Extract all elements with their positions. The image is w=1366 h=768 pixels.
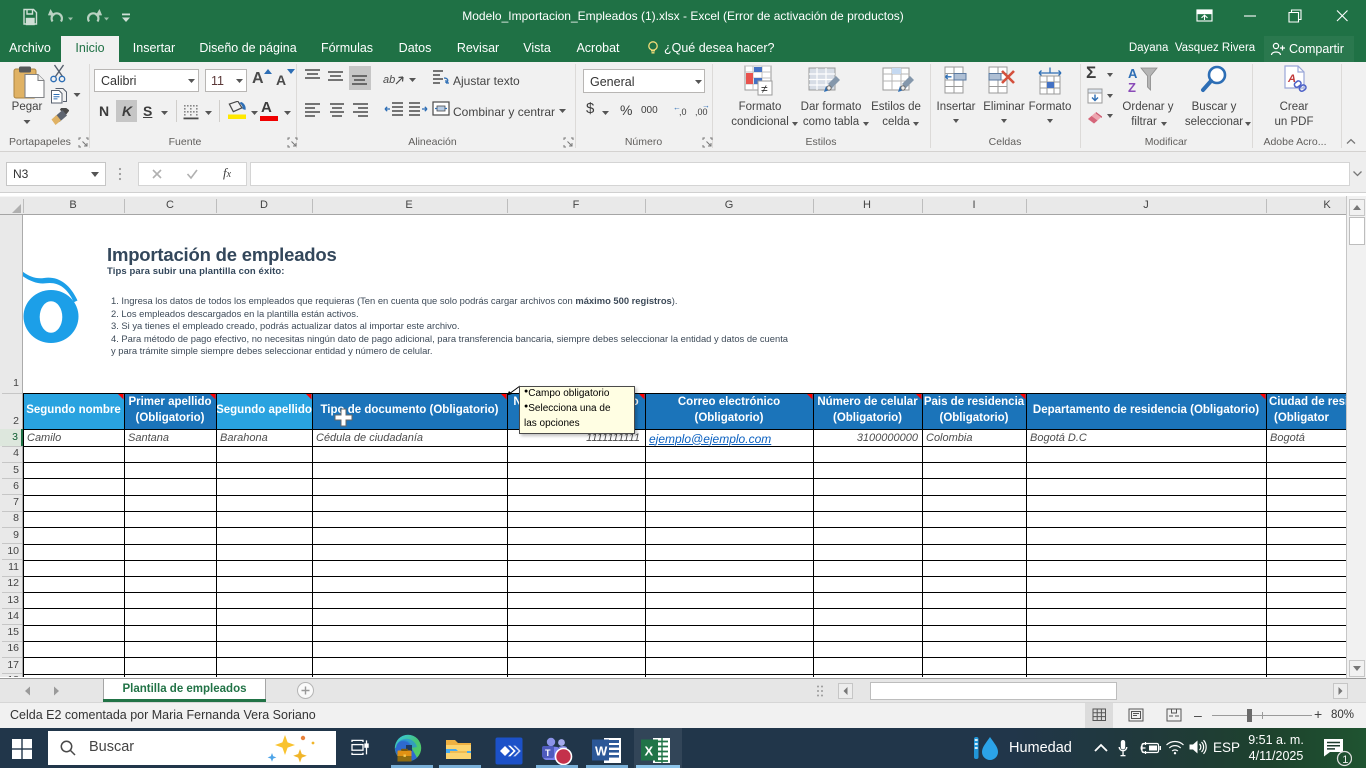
svg-text:≠: ≠	[761, 82, 768, 96]
svg-text:W: W	[595, 744, 608, 759]
svg-text:ab: ab	[383, 74, 395, 86]
svg-text:1: 1	[1342, 754, 1348, 766]
svg-text:T: T	[545, 748, 551, 758]
svg-text:Z: Z	[1128, 80, 1136, 95]
svg-text:→: →	[702, 101, 710, 110]
svg-text:A: A	[1128, 66, 1138, 81]
svg-text:,0: ,0	[679, 107, 687, 117]
svg-text:X: X	[645, 744, 654, 759]
